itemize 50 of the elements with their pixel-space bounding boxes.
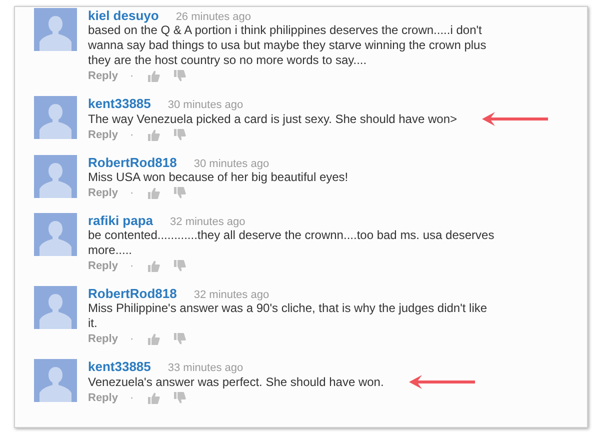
thumbs-up-icon[interactable] xyxy=(148,260,160,272)
reply-link[interactable]: Reply xyxy=(88,258,118,274)
avatar-icon xyxy=(34,359,77,402)
separator-dot: · xyxy=(130,68,134,84)
timestamp: 26 minutes ago xyxy=(176,10,252,25)
avatar-icon xyxy=(34,8,77,51)
reply-link[interactable]: Reply xyxy=(88,68,118,84)
separator-dot: · xyxy=(130,258,134,274)
thumbs-up-icon[interactable] xyxy=(148,333,160,345)
timestamp: 32 minutes ago xyxy=(170,215,246,230)
thumbs-up-icon[interactable] xyxy=(148,70,160,82)
timestamp: 30 minutes ago xyxy=(168,98,244,113)
separator-dot: · xyxy=(130,186,134,201)
comment-text: The way Venezuela picked a card is just sexy. She should have won> xyxy=(88,112,457,126)
timestamp: 33 minutes ago xyxy=(168,361,244,376)
timestamp: 30 minutes ago xyxy=(194,157,270,172)
comment-text: be contented............they all deserve the crownn....too bad ms. usa deserves more..... xyxy=(88,228,496,258)
avatar-icon xyxy=(34,213,77,256)
annotation-arrow xyxy=(481,111,549,127)
separator-dot: · xyxy=(130,128,134,143)
thumbs-up-icon[interactable] xyxy=(148,392,160,404)
separator-dot: · xyxy=(130,390,134,406)
thumbs-up-icon[interactable] xyxy=(148,187,160,199)
separator-dot: · xyxy=(130,332,134,347)
comment-text: Miss Philippine's answer was a 90's cliche, that is why the judges didn't like it. xyxy=(88,301,488,331)
reply-link[interactable]: Reply xyxy=(88,330,118,348)
avatar-icon xyxy=(34,155,77,198)
reply-link[interactable]: Reply xyxy=(88,390,118,406)
annotation-arrow xyxy=(408,374,476,390)
username-link[interactable]: rafiki papa xyxy=(88,213,154,228)
thumbs-down-icon[interactable] xyxy=(174,260,186,272)
thumbs-down-icon[interactable] xyxy=(174,333,186,345)
username-link[interactable]: kent33885 xyxy=(88,96,151,111)
thumbs-down-icon[interactable] xyxy=(174,70,186,82)
username-link[interactable]: RobertRod818 xyxy=(88,155,177,170)
comment-text: Miss USA won because of her big beautiful eyes! xyxy=(88,170,348,185)
avatar-icon xyxy=(34,96,77,139)
thumbs-down-icon[interactable] xyxy=(174,392,186,404)
username-link[interactable]: kiel desuyo xyxy=(88,8,159,23)
reply-link[interactable]: Reply xyxy=(88,126,118,144)
reply-link[interactable]: Reply xyxy=(88,184,118,202)
username-link[interactable]: RobertRod818 xyxy=(88,286,177,301)
thumbs-down-icon[interactable] xyxy=(174,129,186,141)
username-link[interactable]: kent33885 xyxy=(88,359,151,374)
thumbs-down-icon[interactable] xyxy=(174,187,186,199)
timestamp: 32 minutes ago xyxy=(194,288,270,303)
comment-text: based on the Q & A portion i think philippines deserves the crown.....i don't wanna say bad things to usa but maybe they starve winning the crown plus they are the host country so no more words to say.... xyxy=(88,23,488,68)
thumbs-up-icon[interactable] xyxy=(148,129,160,141)
avatar-icon xyxy=(34,286,77,329)
comment-text: Venezuela's answer was perfect. She should have won. xyxy=(88,374,384,390)
